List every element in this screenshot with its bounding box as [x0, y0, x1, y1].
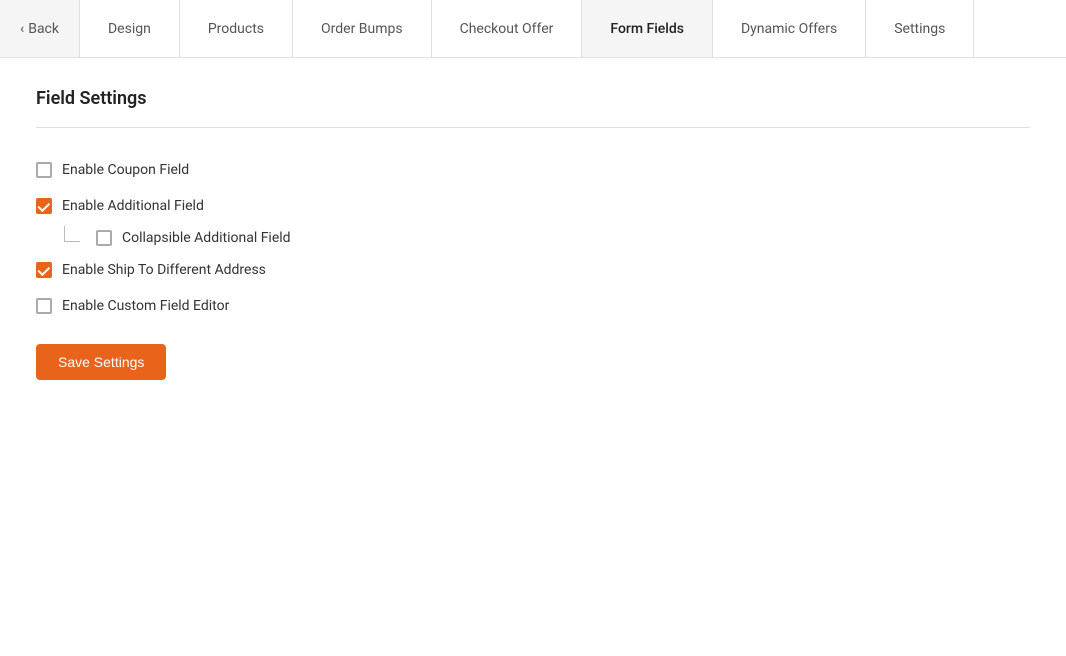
enable-coupon-field-label[interactable]: Enable Coupon Field	[62, 162, 189, 178]
enable-coupon-field-checkbox[interactable]	[36, 162, 52, 178]
tab-settings[interactable]: Settings	[866, 0, 974, 57]
page-title: Field Settings	[36, 88, 1030, 109]
collapsible-additional-field-label[interactable]: Collapsible Additional Field	[122, 230, 291, 246]
field-row-custom: Enable Custom Field Editor	[36, 288, 1030, 324]
tab-checkout-offer[interactable]: Checkout Offer	[432, 0, 583, 57]
enable-ship-to-different-address-label[interactable]: Enable Ship To Different Address	[62, 262, 266, 278]
main-content: Field Settings Enable Coupon Field Enabl…	[0, 58, 1066, 410]
nav-bar: ‹ Back Design Products Order Bumps Check…	[0, 0, 1066, 58]
nav-tabs: Design Products Order Bumps Checkout Off…	[80, 0, 1066, 57]
back-label: Back	[28, 21, 59, 37]
tab-products[interactable]: Products	[180, 0, 293, 57]
tab-dynamic-offers[interactable]: Dynamic Offers	[713, 0, 866, 57]
enable-additional-field-checkbox[interactable]	[36, 198, 52, 214]
field-row-additional: Enable Additional Field	[36, 188, 1030, 224]
field-row-coupon: Enable Coupon Field	[36, 152, 1030, 188]
tab-design[interactable]: Design	[80, 0, 180, 57]
field-settings-list: Enable Coupon Field Enable Additional Fi…	[36, 152, 1030, 324]
tab-form-fields[interactable]: Form Fields	[582, 0, 713, 57]
back-chevron-icon: ‹	[20, 21, 24, 37]
enable-custom-field-editor-label[interactable]: Enable Custom Field Editor	[62, 298, 229, 314]
collapsible-additional-field-checkbox[interactable]	[96, 230, 112, 246]
enable-ship-to-different-address-checkbox[interactable]	[36, 262, 52, 278]
divider	[36, 127, 1030, 128]
tree-line-icon	[64, 226, 80, 242]
enable-custom-field-editor-checkbox[interactable]	[36, 298, 52, 314]
field-row-ship: Enable Ship To Different Address	[36, 252, 1030, 288]
field-row-collapsible: Collapsible Additional Field	[36, 224, 1030, 252]
enable-additional-field-label[interactable]: Enable Additional Field	[62, 198, 204, 214]
back-button[interactable]: ‹ Back	[0, 0, 80, 57]
tab-order-bumps[interactable]: Order Bumps	[293, 0, 432, 57]
save-settings-button[interactable]: Save Settings	[36, 344, 166, 380]
